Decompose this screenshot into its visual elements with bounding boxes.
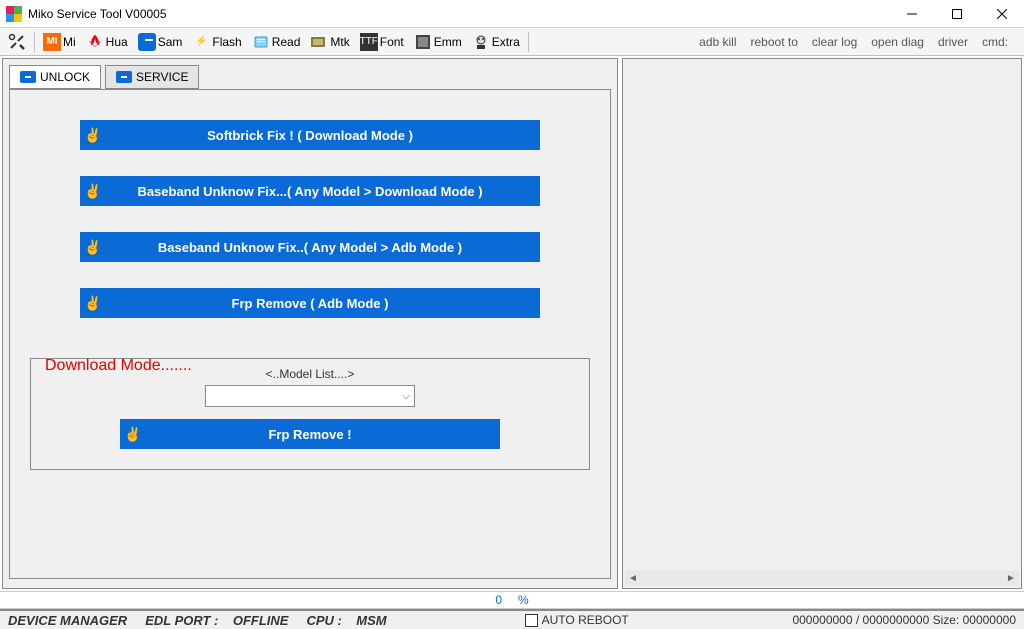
baseband-adb-button[interactable]: ✌ Baseband Unknow Fix..( Any Model > Adb… <box>80 232 540 262</box>
mi-icon: MI <box>43 33 61 51</box>
counter-b: % <box>518 593 529 607</box>
titlebar: Miko Service Tool V00005 <box>0 0 1024 28</box>
link-clear-log[interactable]: clear log <box>812 35 857 49</box>
toolbar-font[interactable]: TTF Font <box>356 31 408 53</box>
link-adb-kill[interactable]: adb kill <box>699 35 736 49</box>
scroll-right-icon[interactable]: ► <box>1003 570 1019 586</box>
tab-service-label: SERVICE <box>136 70 188 84</box>
checkbox-icon[interactable] <box>525 614 538 627</box>
frp-adb-button[interactable]: ✌ Frp Remove ( Adb Mode ) <box>80 288 540 318</box>
download-mode-box: Download Mode....... <..Model List....> … <box>30 358 590 470</box>
baseband-dl-label: Baseband Unknow Fix...( Any Model > Down… <box>106 184 540 199</box>
maximize-button[interactable] <box>934 0 979 28</box>
log-panel: ◄ ► <box>622 58 1022 589</box>
toolbar-sam-label: Sam <box>158 35 183 49</box>
minimize-button[interactable] <box>889 0 934 28</box>
link-driver[interactable]: driver <box>938 35 968 49</box>
tools-icon <box>8 33 26 51</box>
hand-icon: ✌ <box>80 288 106 318</box>
tab-unlock-label: UNLOCK <box>40 70 90 84</box>
toolbar-mtk-label: Mtk <box>330 35 349 49</box>
hand-icon: ✌ <box>80 176 106 206</box>
auto-reboot-label: AUTO REBOOT <box>542 613 629 627</box>
flash-icon: ⚡ <box>192 33 210 51</box>
toolbar-emm-label: Emm <box>434 35 462 49</box>
toolbar-hua-label: Hua <box>106 35 128 49</box>
close-button[interactable] <box>979 0 1024 28</box>
auto-reboot-checkbox[interactable]: AUTO REBOOT <box>525 613 629 627</box>
extra-icon <box>472 33 490 51</box>
toolbar-tools[interactable] <box>4 31 30 53</box>
toolbar-flash-label: Flash <box>212 35 241 49</box>
softbrick-fix-button[interactable]: ✌ Softbrick Fix ! ( Download Mode ) <box>80 120 540 150</box>
toolbar-extra[interactable]: Extra <box>468 31 524 53</box>
tabs-row: UNLOCK SERVICE <box>3 59 617 89</box>
close-icon <box>997 9 1007 19</box>
minimize-icon <box>907 9 917 19</box>
maximize-icon <box>952 9 962 19</box>
samsung-tab-icon <box>116 71 132 83</box>
mtk-icon <box>310 33 328 51</box>
font-icon: TTF <box>360 33 378 51</box>
statusbar: DEVICE MANAGER EDL PORT : OFFLINE CPU : … <box>0 609 1024 629</box>
link-cmd[interactable]: cmd: <box>982 35 1008 49</box>
tab-service[interactable]: SERVICE <box>105 65 199 89</box>
left-panel: UNLOCK SERVICE ✌ Softbrick Fix ! ( Downl… <box>2 58 618 589</box>
app-icon <box>6 6 22 22</box>
emm-icon <box>414 33 432 51</box>
frp-adb-label: Frp Remove ( Adb Mode ) <box>106 296 540 311</box>
main-area: UNLOCK SERVICE ✌ Softbrick Fix ! ( Downl… <box>0 56 1024 591</box>
progress-row: 0 % <box>0 591 1024 609</box>
toolbar-hua[interactable]: Hua <box>82 31 132 53</box>
toolbar-font-label: Font <box>380 35 404 49</box>
toolbar-mtk[interactable]: Mtk <box>306 31 353 53</box>
toolbar-extra-label: Extra <box>492 35 520 49</box>
softbrick-label: Softbrick Fix ! ( Download Mode ) <box>106 128 540 143</box>
chevron-down-icon: ⌵ <box>402 391 410 402</box>
toolbar-mi-label: Mi <box>63 35 76 49</box>
baseband-adb-label: Baseband Unknow Fix..( Any Model > Adb M… <box>106 240 540 255</box>
frp-remove-label: Frp Remove ! <box>146 427 500 442</box>
toolbar-sam[interactable]: Sam <box>134 31 187 53</box>
toolbar-read[interactable]: Read <box>248 31 305 53</box>
window-title: Miko Service Tool V00005 <box>28 7 889 21</box>
huawei-icon <box>86 33 104 51</box>
frp-remove-button[interactable]: ✌ Frp Remove ! <box>120 419 500 449</box>
size-info: 000000000 / 0000000000 Size: 00000000 <box>792 613 1016 627</box>
scroll-left-icon[interactable]: ◄ <box>625 570 641 586</box>
download-mode-title: Download Mode....... <box>41 357 196 375</box>
tab-unlock[interactable]: UNLOCK <box>9 65 101 89</box>
hand-icon: ✌ <box>80 120 106 150</box>
baseband-download-button[interactable]: ✌ Baseband Unknow Fix...( Any Model > Do… <box>80 176 540 206</box>
content-box: ✌ Softbrick Fix ! ( Download Mode ) ✌ Ba… <box>9 89 611 579</box>
toolbar-mi[interactable]: MI Mi <box>39 31 80 53</box>
window-controls <box>889 0 1024 28</box>
link-reboot-to[interactable]: reboot to <box>751 35 798 49</box>
counter-a: 0 <box>495 593 502 607</box>
toolbar-read-label: Read <box>272 35 301 49</box>
model-select[interactable]: ⌵ <box>205 385 415 407</box>
toolbar-right-links: adb kill reboot to clear log open diag d… <box>699 35 1020 49</box>
horizontal-scrollbar[interactable]: ◄ ► <box>625 570 1019 586</box>
hand-icon: ✌ <box>120 426 146 443</box>
samsung-tab-icon <box>20 71 36 83</box>
samsung-icon <box>138 33 156 51</box>
toolbar-emm[interactable]: Emm <box>410 31 466 53</box>
read-icon <box>252 33 270 51</box>
main-toolbar: MI Mi Hua Sam ⚡ Flash Read Mtk <box>0 28 1024 56</box>
link-open-diag[interactable]: open diag <box>871 35 924 49</box>
hand-icon: ✌ <box>80 232 106 262</box>
toolbar-flash[interactable]: ⚡ Flash <box>188 31 245 53</box>
